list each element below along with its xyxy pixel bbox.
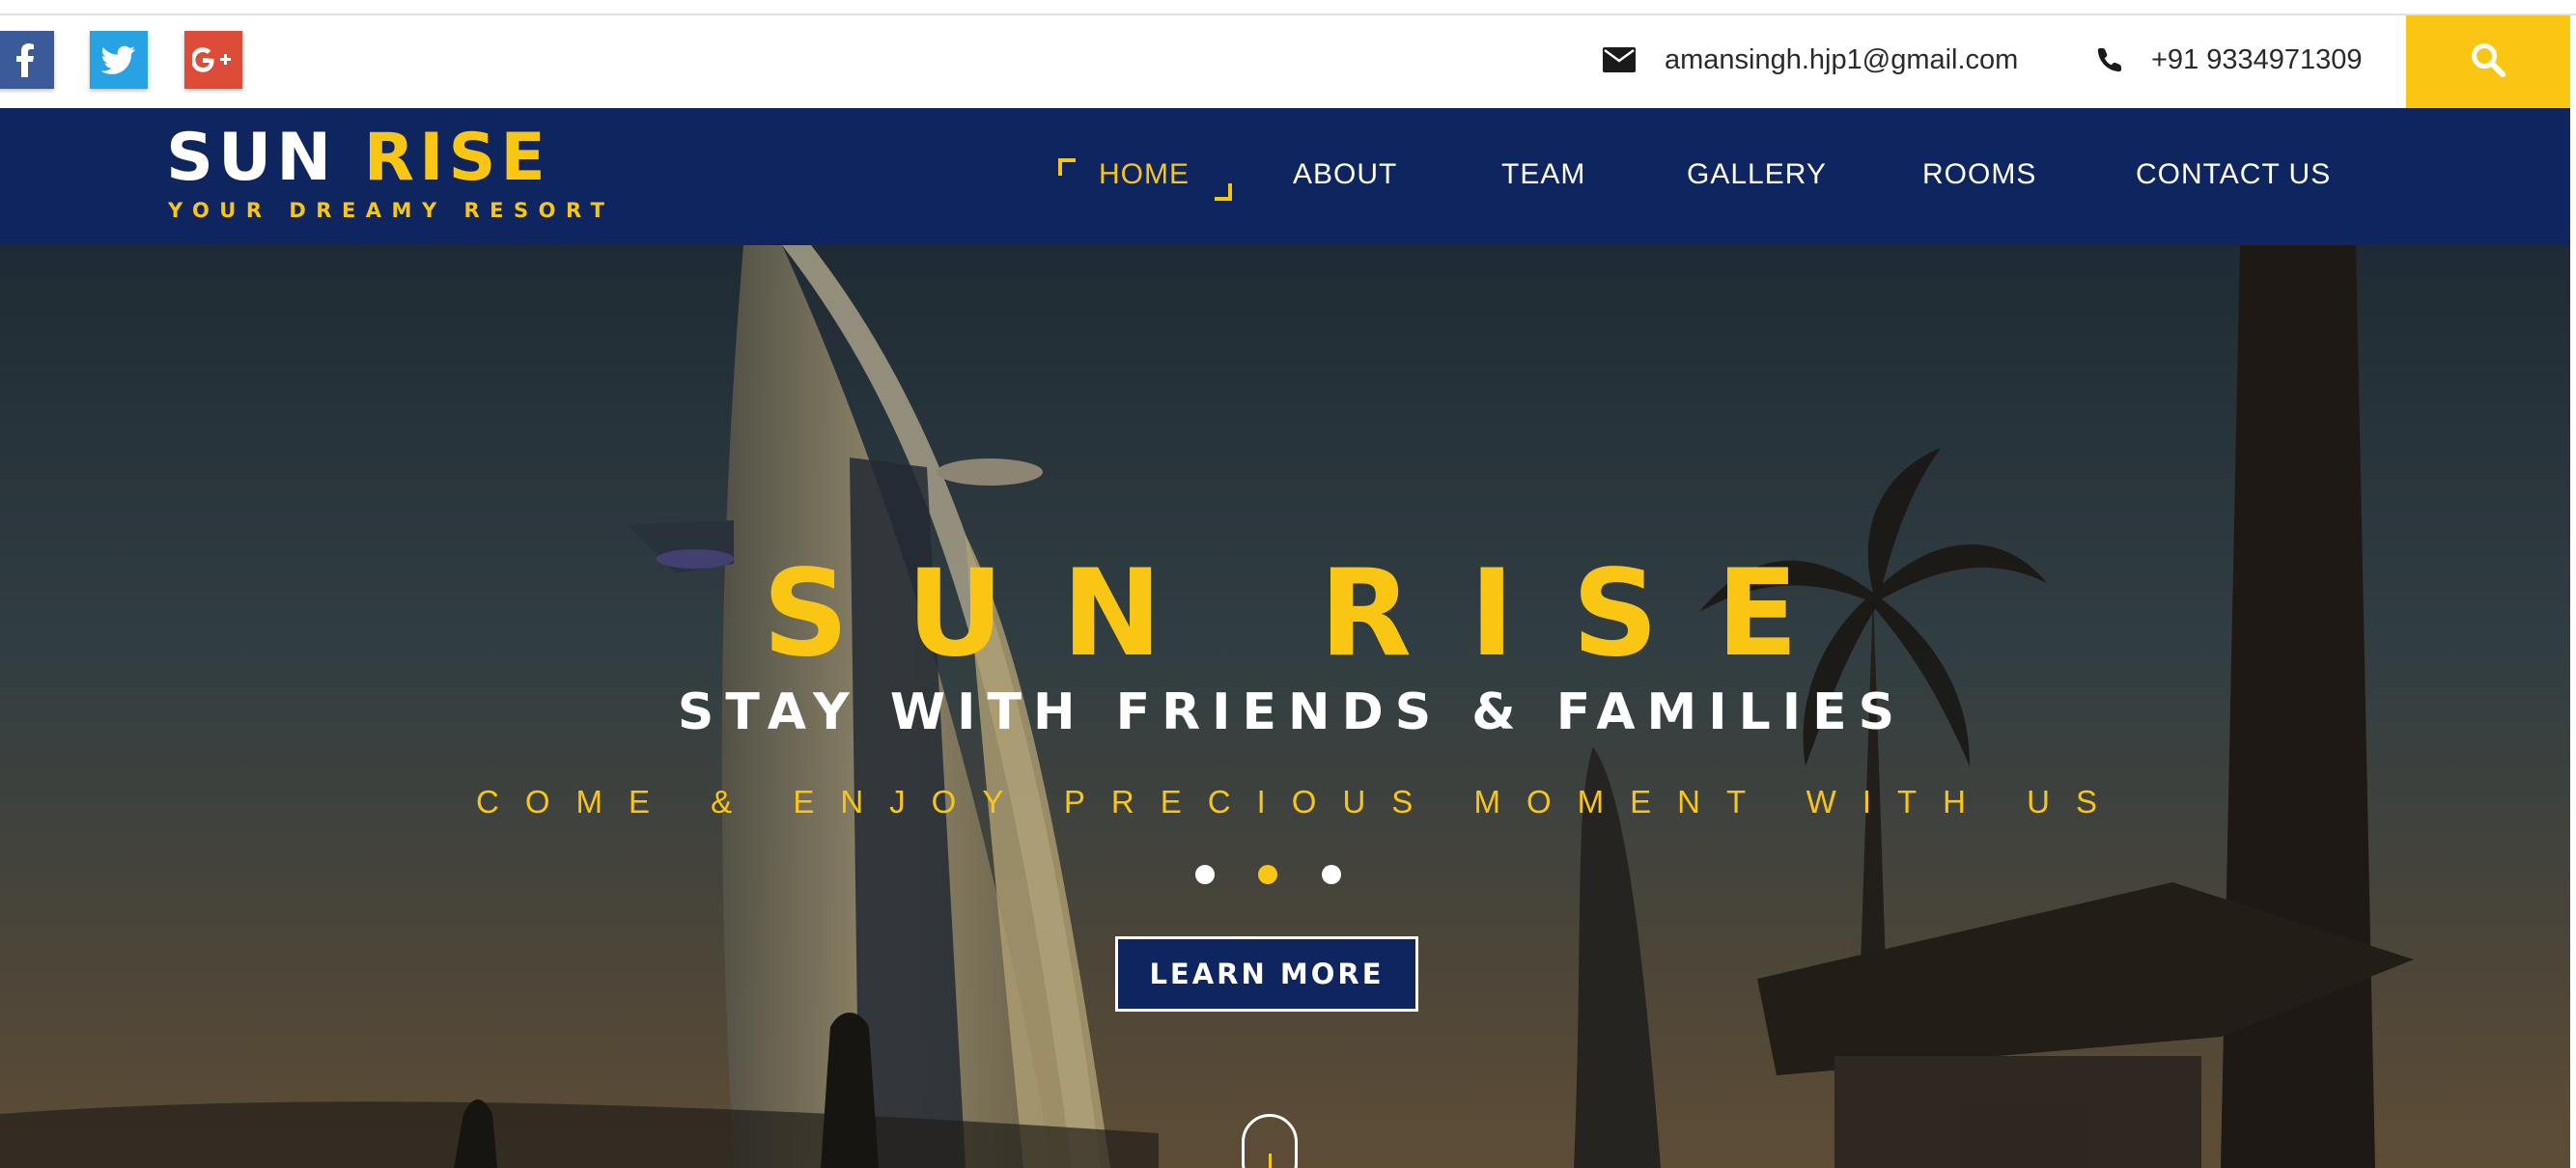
phone-icon (2097, 47, 2122, 72)
phone-number[interactable]: +91 9334971309 (2151, 44, 2363, 76)
hero-subtitle: STAY WITH FRIENDS & FAMILIES (677, 683, 1907, 741)
slider-dot-2-active[interactable] (1258, 865, 1277, 884)
nav-item-contact-us[interactable]: CONTACT US (2136, 158, 2331, 191)
twitter-link[interactable] (90, 31, 148, 89)
facebook-link[interactable] (0, 31, 54, 89)
scroll-wheel (1269, 1154, 1272, 1168)
active-indicator-corner-bottom (1215, 183, 1232, 201)
slider-dot-3[interactable] (1322, 865, 1341, 884)
top-contact-bar: amansingh.hjp1@gmail.com +91 9334971309 (0, 15, 2576, 108)
hero-tagline: COME & ENJOY PRECIOUS MOMENT WITH US (475, 784, 2123, 820)
email-address[interactable]: amansingh.hjp1@gmail.com (1665, 44, 2018, 76)
contact-email: amansingh.hjp1@gmail.com (1603, 41, 2018, 79)
logo-title-main: SUN (166, 120, 337, 196)
facebook-icon (15, 42, 35, 77)
nav-item-rooms[interactable]: ROOMS (1922, 158, 2036, 191)
top-border (0, 0, 2576, 15)
logo-title-accent: RISE (363, 120, 550, 196)
nav-item-team[interactable]: TEAM (1501, 158, 1585, 191)
nav-item-about[interactable]: ABOUT (1293, 158, 1397, 191)
search-icon (2471, 42, 2506, 82)
hero-slider: SUN RISE STAY WITH FRIENDS & FAMILIES CO… (0, 245, 2570, 1168)
main-navigation: SUN RISE YOUR DREAMY RESORT HOME ABOUT T… (0, 108, 2570, 245)
envelope-icon (1603, 47, 1636, 72)
hero-title: SUN RISE (762, 544, 1857, 683)
twitter-icon (101, 45, 136, 74)
learn-more-button[interactable]: LEARN MORE (1115, 936, 1418, 1012)
search-button[interactable] (2406, 15, 2570, 108)
logo-subtitle: YOUR DREAMY RESORT (168, 199, 615, 222)
scroll-down-mouse-icon[interactable] (1242, 1114, 1298, 1168)
contact-phone: +91 9334971309 (2097, 41, 2363, 79)
nav-item-gallery[interactable]: GALLERY (1687, 158, 1827, 191)
logo-title[interactable]: SUN RISE (166, 125, 550, 191)
slider-dot-1[interactable] (1195, 865, 1215, 884)
google-plus-icon (192, 45, 235, 74)
active-indicator-corner-top (1058, 158, 1076, 176)
nav-item-home[interactable]: HOME (1099, 158, 1190, 191)
google-plus-link[interactable] (184, 31, 242, 89)
